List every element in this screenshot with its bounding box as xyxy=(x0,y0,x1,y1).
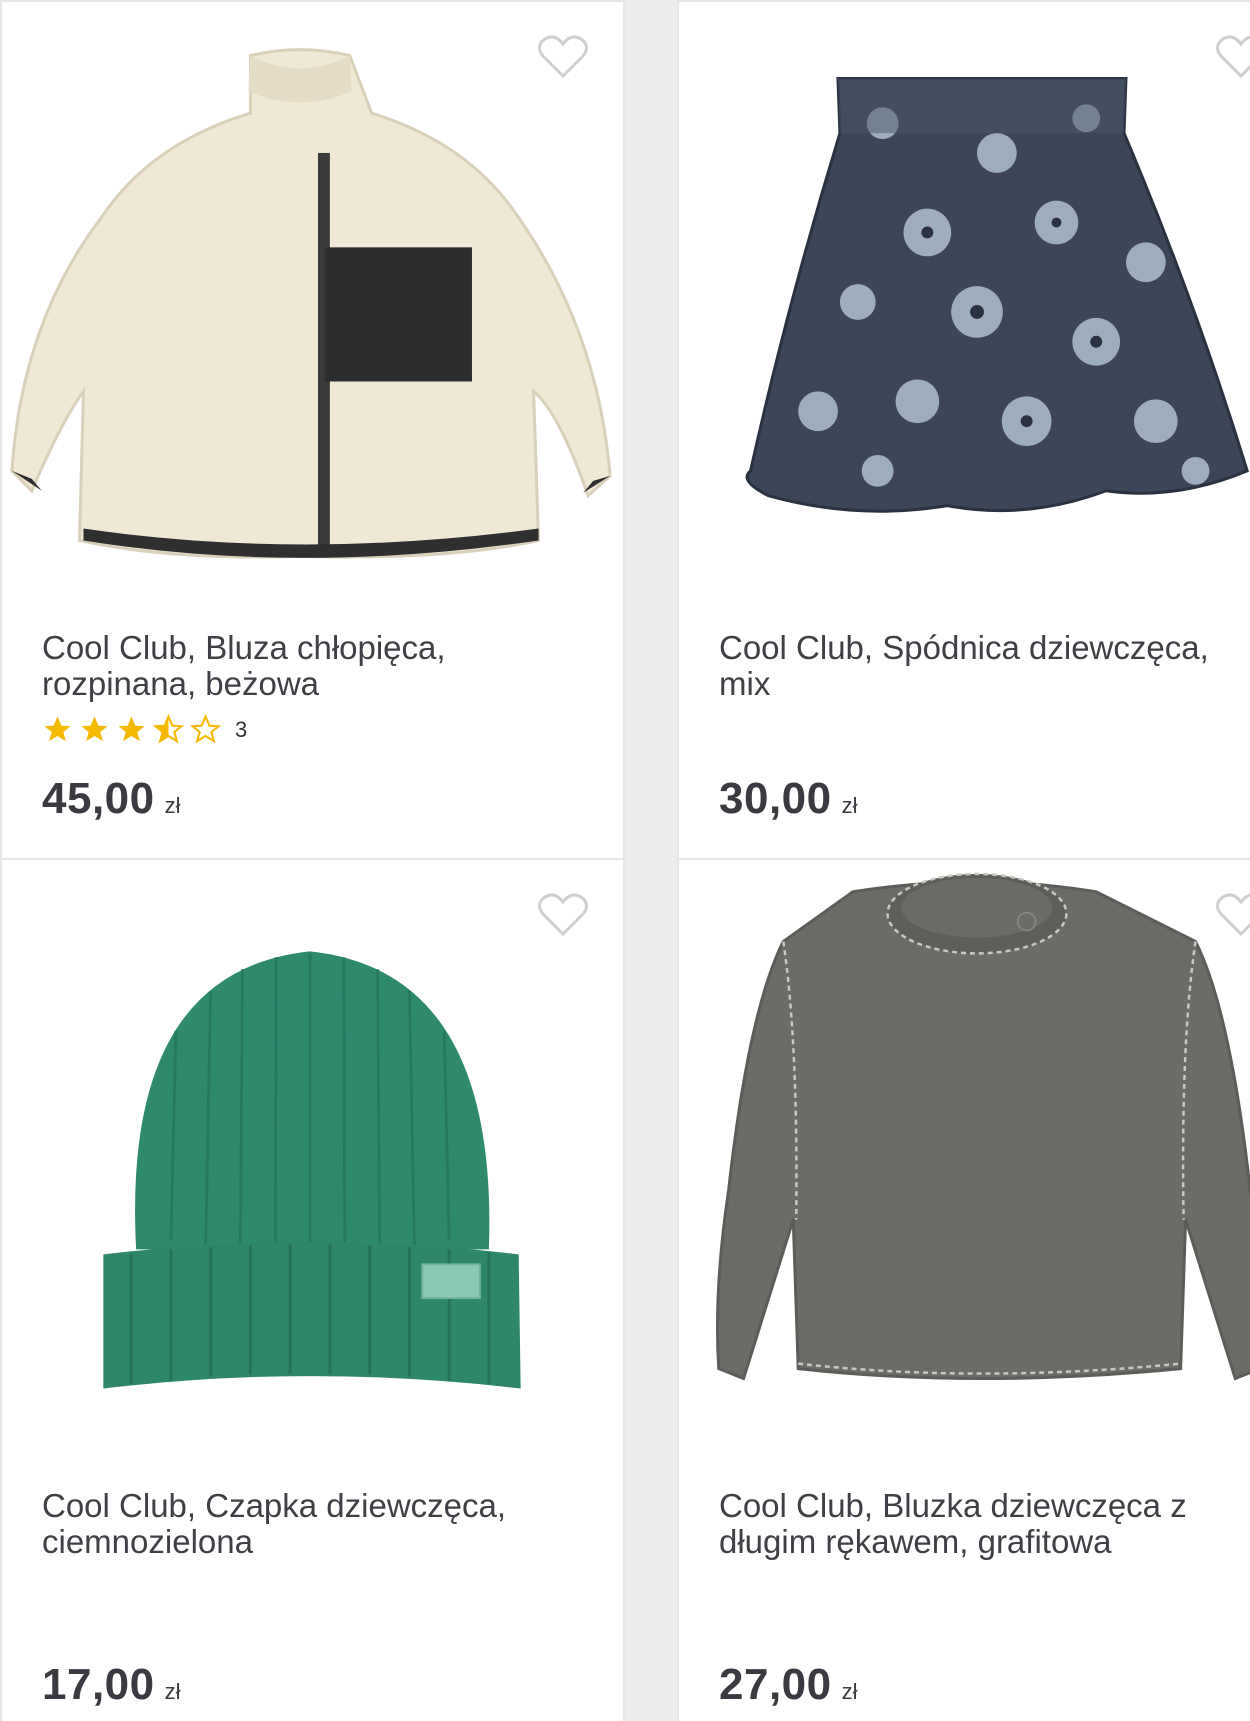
product-image-fleece-jacket[interactable] xyxy=(2,2,623,602)
favorite-heart-icon[interactable] xyxy=(537,892,589,938)
product-image-green-beanie[interactable] xyxy=(2,860,623,1460)
product-card-grey-longsleeve[interactable]: Cool Club, Bluzka dziewczęca z długim rę… xyxy=(677,858,1250,1721)
product-card-green-beanie[interactable]: Cool Club, Czapka dziewczęca, ciemnoziel… xyxy=(0,858,625,1721)
price-currency: zł xyxy=(164,1679,181,1704)
product-price: 17,00 zł xyxy=(42,1660,181,1710)
product-title-line1: Cool Club, Spódnica dziewczęca, xyxy=(719,629,1209,666)
product-title[interactable]: Cool Club, Bluza chłopięca, rozpinana, b… xyxy=(42,630,562,702)
favorite-heart-icon[interactable] xyxy=(1215,34,1250,80)
product-title-line2: długim rękawem, grafitowa xyxy=(719,1523,1112,1560)
product-grid: Cool Club, Bluza chłopięca, rozpinana, b… xyxy=(0,0,1250,1721)
price-currency: zł xyxy=(841,1679,858,1704)
favorite-heart-icon[interactable] xyxy=(537,34,589,80)
product-title-line2: rozpinana, beżowa xyxy=(42,665,320,702)
product-image-grey-longsleeve[interactable] xyxy=(679,860,1250,1460)
product-card-fleece-jacket[interactable]: Cool Club, Bluza chłopięca, rozpinana, b… xyxy=(0,0,625,862)
product-title-line2: ciemnozielona xyxy=(42,1523,253,1560)
product-title[interactable]: Cool Club, Bluzka dziewczęca z długim rę… xyxy=(719,1488,1239,1560)
product-title-line1: Cool Club, Czapka dziewczęca, xyxy=(42,1487,507,1524)
product-title-line1: Cool Club, Bluza chłopięca, xyxy=(42,629,446,666)
star-full-icon xyxy=(42,714,73,745)
product-title-line1: Cool Club, Bluzka dziewczęca z xyxy=(719,1487,1187,1524)
rating-count: 3 xyxy=(235,716,248,742)
product-title[interactable]: Cool Club, Czapka dziewczęca, ciemnoziel… xyxy=(42,1488,562,1560)
price-currency: zł xyxy=(164,793,181,818)
star-full-icon xyxy=(79,714,110,745)
favorite-heart-icon[interactable] xyxy=(1215,892,1250,938)
price-amount: 30,00 xyxy=(719,774,832,823)
star-full-icon xyxy=(116,714,147,745)
price-amount: 17,00 xyxy=(42,1660,155,1709)
product-title-line2: mix xyxy=(719,665,771,702)
star-half-icon xyxy=(153,714,184,745)
product-rating: 3 xyxy=(42,714,247,745)
product-price: 27,00 zł xyxy=(719,1660,858,1710)
product-image-floral-skirt[interactable] xyxy=(679,2,1250,602)
product-price: 45,00 zł xyxy=(42,774,181,824)
product-title[interactable]: Cool Club, Spódnica dziewczęca, mix xyxy=(719,630,1239,702)
star-empty-icon xyxy=(190,714,221,745)
product-card-floral-skirt[interactable]: Cool Club, Spódnica dziewczęca, mix 30,0… xyxy=(677,0,1250,862)
price-amount: 45,00 xyxy=(42,774,155,823)
price-currency: zł xyxy=(841,793,858,818)
price-amount: 27,00 xyxy=(719,1660,832,1709)
product-price: 30,00 zł xyxy=(719,774,858,824)
